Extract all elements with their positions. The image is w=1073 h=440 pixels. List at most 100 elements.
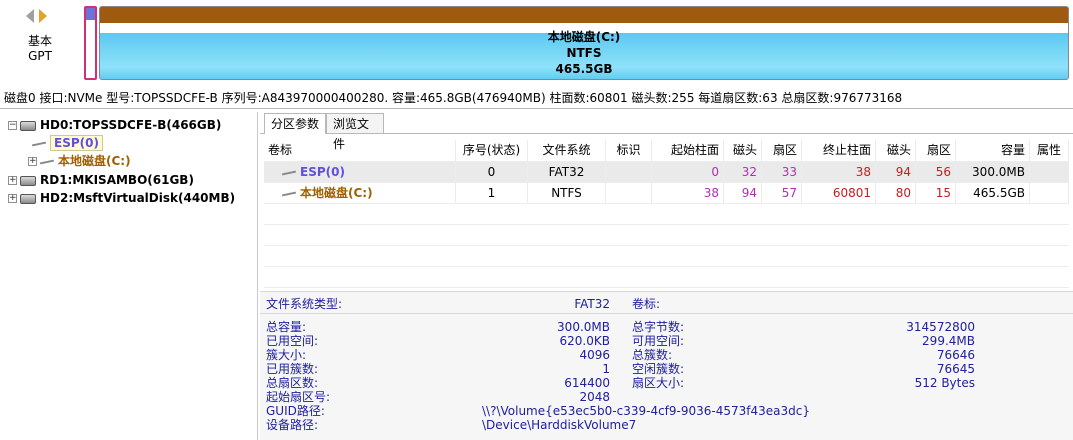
col-header-end-cylinder[interactable]: 终止柱面 xyxy=(802,140,876,161)
tree-disk-hd2[interactable]: + HD2:MsftVirtualDisk(440MB) xyxy=(8,190,235,207)
hard-disk-icon xyxy=(20,120,36,131)
table-row-empty xyxy=(264,246,1069,267)
tree-disk-rd1[interactable]: + RD1:MKISAMBO(61GB) xyxy=(8,172,194,189)
partition-details-panel: 文件系统类型: FAT32 卷标: 总容量: 300.0MB 已用空间: 620… xyxy=(260,291,1073,440)
c-partition-segment[interactable]: 本地磁盘(C:) NTFS 465.5GB xyxy=(99,6,1069,80)
cell-filesystem: NTFS xyxy=(528,183,606,204)
col-header-size[interactable]: 容量 xyxy=(956,140,1030,161)
next-disk-arrow-icon[interactable] xyxy=(39,9,47,23)
guid-path-label: GUID路径: xyxy=(266,404,325,418)
partition-icon xyxy=(32,141,46,147)
col-header-attr[interactable]: 属性 xyxy=(1030,140,1069,161)
disk-navigation xyxy=(24,8,56,28)
detail-value: 300.0MB xyxy=(557,320,610,334)
disk-map-bar: 基本 GPT 本地磁盘(C:) NTFS 465.5GB xyxy=(0,0,1073,86)
cell-size: 300.0MB xyxy=(956,162,1030,183)
expand-toggle-icon[interactable]: + xyxy=(8,176,17,185)
expand-toggle-icon[interactable]: + xyxy=(8,194,17,203)
table-row[interactable]: ESP(0) 0 FAT32 0 32 33 38 94 56 300.0MB xyxy=(264,162,1069,183)
cell-end-sector: 15 xyxy=(916,183,956,204)
col-header-start-head[interactable]: 磁头 xyxy=(724,140,762,161)
tab-browse-files[interactable]: 浏览文件 xyxy=(326,113,384,151)
esp-partition-segment[interactable] xyxy=(84,6,97,80)
table-row-empty xyxy=(264,225,1069,246)
disk-info-line: 磁盘0 接口:NVMe 型号:TOPSSDCFE-B 序列号:A84397000… xyxy=(4,91,903,105)
cell-size: 465.5GB xyxy=(956,183,1030,204)
cell-start-head: 32 xyxy=(724,162,762,183)
cell-end-head: 94 xyxy=(876,162,916,183)
tree-partition-label: ESP(0) xyxy=(50,135,103,151)
col-header-start-sector[interactable]: 扇区 xyxy=(762,140,802,161)
tree-disk-label: RD1:MKISAMBO(61GB) xyxy=(40,173,194,187)
cell-attr xyxy=(1030,162,1069,183)
cell-attr xyxy=(1030,183,1069,204)
col-header-end-sector[interactable]: 扇区 xyxy=(916,140,956,161)
tree-disk-label: HD0:TOPSSDCFE-B(466GB) xyxy=(40,118,222,132)
cell-index: 0 xyxy=(456,162,528,183)
cell-flag xyxy=(606,162,652,183)
partition-label-text: ESP(0) xyxy=(300,165,345,179)
col-header-label[interactable]: 卷标 xyxy=(264,140,456,161)
detail-value: 512 Bytes xyxy=(914,376,975,390)
detail-label: 起始扇区号: xyxy=(266,390,331,404)
tree-disk-label: HD2:MsftVirtualDisk(440MB) xyxy=(40,191,236,205)
col-header-flag[interactable]: 标识 xyxy=(606,140,652,161)
fs-type-label: 文件系统类型: xyxy=(266,297,343,311)
partition-icon xyxy=(282,170,296,176)
divider xyxy=(0,108,1073,109)
tab-partition-params[interactable]: 分区参数 xyxy=(264,113,326,134)
table-header-row: 卷标 序号(状态) 文件系统 标识 起始柱面 磁头 扇区 终止柱面 磁头 扇区 … xyxy=(264,140,1069,162)
segment-filesystem: NTFS xyxy=(566,46,602,60)
partition-icon xyxy=(282,191,296,197)
detail-value: 314572800 xyxy=(906,320,975,334)
detail-value: 614400 xyxy=(564,376,610,390)
tree-partition-esp[interactable]: ESP(0) xyxy=(32,135,103,152)
cell-start-cylinder: 38 xyxy=(652,183,724,204)
collapse-toggle-icon[interactable]: − xyxy=(8,121,17,130)
col-header-index[interactable]: 序号(状态) xyxy=(456,140,528,161)
cell-start-sector: 57 xyxy=(762,183,802,204)
diskgenius-window: 基本 GPT 本地磁盘(C:) NTFS 465.5GB 磁盘0 接口:NVMe… xyxy=(0,0,1073,440)
divider xyxy=(260,313,1073,314)
detail-label: 总扇区数: xyxy=(266,376,319,390)
cell-start-head: 94 xyxy=(724,183,762,204)
detail-value: 2048 xyxy=(579,390,610,404)
detail-label: 总簇数: xyxy=(632,348,673,362)
detail-label: 已用簇数: xyxy=(266,362,319,376)
detail-value: 76646 xyxy=(936,348,975,362)
device-path-label: 设备路径: xyxy=(266,418,319,432)
cell-start-sector: 33 xyxy=(762,162,802,183)
segment-size: 465.5GB xyxy=(555,62,613,76)
detail-label: 可用空间: xyxy=(632,334,685,348)
detail-value: 1 xyxy=(602,362,610,376)
disk-tree: − HD0:TOPSSDCFE-B(466GB) ESP(0) + 本地磁盘(C:)… xyxy=(2,112,258,440)
volume-label-label: 卷标: xyxy=(632,297,661,311)
partition-label-text: 本地磁盘(C:) xyxy=(300,186,373,200)
tree-partition-label: 本地磁盘(C:) xyxy=(58,154,131,168)
guid-path-value[interactable]: \\?\Volume{e53ec5b0-c339-4cf9-9036-4573f… xyxy=(482,404,810,418)
previous-disk-arrow-icon[interactable] xyxy=(26,9,34,23)
expand-toggle-icon[interactable]: + xyxy=(28,157,37,166)
cell-end-sector: 56 xyxy=(916,162,956,183)
cell-end-head: 80 xyxy=(876,183,916,204)
tree-disk-hd0[interactable]: − HD0:TOPSSDCFE-B(466GB) xyxy=(8,117,221,134)
detail-value: 620.0KB xyxy=(559,334,610,348)
partition-params-panel: 卷标 序号(状态) 文件系统 标识 起始柱面 磁头 扇区 终止柱面 磁头 扇区 … xyxy=(260,133,1073,440)
table-row-empty xyxy=(264,204,1069,225)
cell-flag xyxy=(606,183,652,204)
cell-end-cylinder: 60801 xyxy=(802,183,876,204)
c-partition-segment-text: 本地磁盘(C:) NTFS 465.5GB xyxy=(100,29,1068,77)
disk-kind: 基本 xyxy=(27,34,52,48)
table-row[interactable]: 本地磁盘(C:) 1 NTFS 38 94 57 60801 80 15 465… xyxy=(264,183,1069,204)
fs-type-value: FAT32 xyxy=(574,297,610,311)
col-header-end-head[interactable]: 磁头 xyxy=(876,140,916,161)
col-header-filesystem[interactable]: 文件系统 xyxy=(528,140,606,161)
detail-label: 簇大小: xyxy=(266,348,307,362)
col-header-start-cylinder[interactable]: 起始柱面 xyxy=(652,140,724,161)
tree-partition-c[interactable]: + 本地磁盘(C:) xyxy=(28,153,131,170)
device-path-value[interactable]: \Device\HarddiskVolume7 xyxy=(482,418,636,432)
detail-label: 空闲簇数: xyxy=(632,362,685,376)
partition-style: GPT xyxy=(28,49,52,63)
detail-label: 已用空间: xyxy=(266,334,319,348)
partition-icon xyxy=(40,159,54,165)
